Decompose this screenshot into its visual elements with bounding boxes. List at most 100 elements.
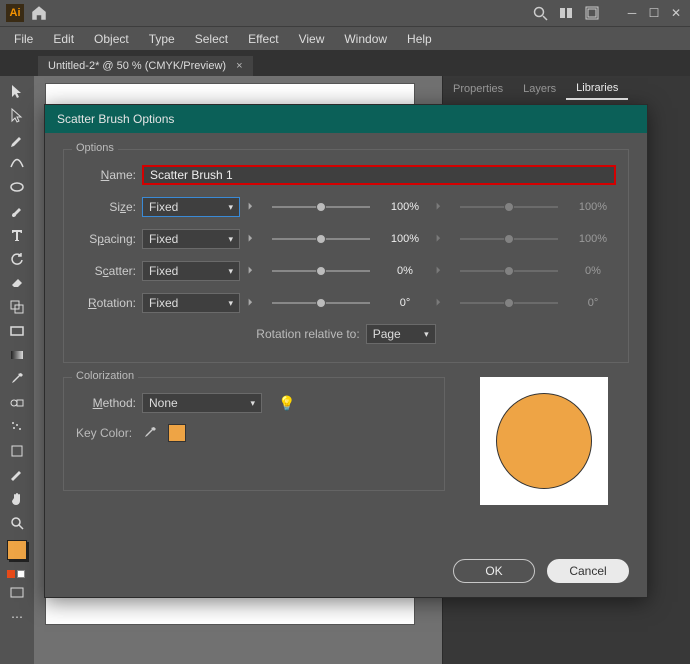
spacing-label: Spacing:	[76, 232, 136, 246]
scatter-link-icon[interactable]	[246, 264, 260, 278]
slice-tool-icon[interactable]	[5, 464, 29, 486]
rotation-link-icon[interactable]	[246, 296, 260, 310]
menu-bar: File Edit Object Type Select Effect View…	[0, 26, 690, 50]
document-tab-close-icon[interactable]: ×	[236, 60, 242, 72]
workspace-icon[interactable]	[584, 5, 600, 21]
spacing-slider[interactable]	[272, 233, 370, 245]
key-color-swatch[interactable]	[168, 424, 186, 442]
tab-libraries[interactable]: Libraries	[566, 78, 628, 100]
scatter-slider[interactable]	[272, 265, 370, 277]
brush-name-input[interactable]	[142, 165, 616, 185]
menu-edit[interactable]: Edit	[43, 30, 84, 48]
right-panel-tabs: Properties Layers Libraries	[443, 76, 690, 102]
rotation-relative-dropdown[interactable]: Page▾	[366, 324, 436, 344]
search-icon[interactable]	[532, 5, 548, 21]
hand-tool-icon[interactable]	[5, 488, 29, 510]
direct-selection-tool-icon[interactable]	[5, 104, 29, 126]
pen-tool-icon[interactable]	[5, 128, 29, 150]
document-tab-bar: Untitled-2* @ 50 % (CMYK/Preview) ×	[0, 50, 690, 76]
menu-effect[interactable]: Effect	[238, 30, 288, 48]
dialog-title-text: Scatter Brush Options	[57, 112, 174, 126]
dialog-titlebar[interactable]: Scatter Brush Options	[45, 105, 647, 133]
ok-button[interactable]: OK	[453, 559, 535, 583]
screen-mode-icon[interactable]	[5, 582, 29, 604]
blend-tool-icon[interactable]	[5, 392, 29, 414]
options-group-label: Options	[72, 142, 118, 154]
window-minimize-button[interactable]: ─	[624, 6, 640, 20]
scatter-slider-2	[460, 265, 558, 277]
tab-layers[interactable]: Layers	[513, 79, 566, 99]
spacing-link-icon[interactable]	[246, 232, 260, 246]
symbol-sprayer-tool-icon[interactable]	[5, 416, 29, 438]
rotation-slider-2	[460, 297, 558, 309]
scale-tool-icon[interactable]	[5, 296, 29, 318]
rotation-link2-icon	[434, 296, 448, 310]
size-mode-dropdown[interactable]: Fixed▾	[142, 197, 240, 217]
scatter-label: Scatter:	[76, 264, 136, 278]
arrange-documents-icon[interactable]	[558, 5, 574, 21]
scatter-value[interactable]: 0%	[382, 262, 428, 280]
menu-type[interactable]: Type	[139, 30, 185, 48]
window-titlebar: Ai ─ ☐ ✕	[0, 0, 690, 26]
curvature-tool-icon[interactable]	[5, 152, 29, 174]
ellipse-tool-icon[interactable]	[5, 176, 29, 198]
scatter-value-2: 0%	[570, 262, 616, 280]
menu-file[interactable]: File	[4, 30, 43, 48]
eraser-tool-icon[interactable]	[5, 272, 29, 294]
paintbrush-tool-icon[interactable]	[5, 200, 29, 222]
rotation-value[interactable]: 0°	[382, 294, 428, 312]
menu-window[interactable]: Window	[334, 30, 397, 48]
size-value-2: 100%	[570, 198, 616, 216]
brush-preview-shape	[496, 393, 592, 489]
options-group: Options Name: Size: Fixed▾ 100% 100% Spa…	[63, 149, 629, 363]
edit-toolbar-icon[interactable]: ⋯	[5, 606, 29, 628]
spacing-link2-icon	[434, 232, 448, 246]
scatter-link2-icon	[434, 264, 448, 278]
eyedropper-tool-icon[interactable]	[5, 368, 29, 390]
document-tab-title: Untitled-2* @ 50 % (CMYK/Preview)	[48, 60, 226, 72]
menu-select[interactable]: Select	[185, 30, 238, 48]
menu-help[interactable]: Help	[397, 30, 442, 48]
rotation-slider[interactable]	[272, 297, 370, 309]
eyedropper-icon[interactable]	[142, 425, 158, 441]
tab-properties[interactable]: Properties	[443, 79, 513, 99]
size-link-icon[interactable]	[246, 200, 260, 214]
key-color-label: Key Color:	[76, 426, 132, 440]
artboard-tool-icon[interactable]	[5, 440, 29, 462]
name-label: Name:	[76, 168, 136, 182]
type-tool-icon[interactable]	[5, 224, 29, 246]
home-icon[interactable]	[30, 4, 48, 22]
tips-icon[interactable]: 💡	[278, 395, 295, 412]
method-label: Method:	[76, 396, 136, 410]
size-link2-icon	[434, 200, 448, 214]
scatter-brush-options-dialog: Scatter Brush Options Options Name: Size…	[44, 104, 648, 598]
selection-tool-icon[interactable]	[5, 80, 29, 102]
cancel-button[interactable]: Cancel	[547, 559, 629, 583]
spacing-slider-2	[460, 233, 558, 245]
tools-panel: ⋯	[0, 76, 34, 664]
window-close-button[interactable]: ✕	[668, 6, 684, 20]
rotation-value-2: 0°	[570, 294, 616, 312]
zoom-tool-icon[interactable]	[5, 512, 29, 534]
rotation-mode-dropdown[interactable]: Fixed▾	[142, 293, 240, 313]
size-value[interactable]: 100%	[382, 198, 428, 216]
spacing-mode-dropdown[interactable]: Fixed▾	[142, 229, 240, 249]
size-slider-2	[460, 201, 558, 213]
rotate-tool-icon[interactable]	[5, 248, 29, 270]
colorization-method-dropdown[interactable]: None▾	[142, 393, 262, 413]
window-maximize-button[interactable]: ☐	[646, 6, 662, 20]
size-label: Size:	[76, 200, 136, 214]
gradient-tool-icon[interactable]	[5, 344, 29, 366]
scatter-mode-dropdown[interactable]: Fixed▾	[142, 261, 240, 281]
fill-color-swatch[interactable]	[7, 540, 27, 560]
spacing-value[interactable]: 100%	[382, 230, 428, 248]
size-slider[interactable]	[272, 201, 370, 213]
rectangle-tool-icon[interactable]	[5, 320, 29, 342]
document-tab[interactable]: Untitled-2* @ 50 % (CMYK/Preview) ×	[38, 56, 253, 76]
brush-preview	[480, 377, 608, 505]
color-mode-toggles[interactable]	[7, 570, 27, 580]
rotation-relative-label: Rotation relative to:	[256, 327, 359, 341]
menu-object[interactable]: Object	[84, 30, 139, 48]
colorization-group: Colorization Method: None▾ 💡 Key Color:	[63, 377, 445, 491]
menu-view[interactable]: View	[289, 30, 335, 48]
